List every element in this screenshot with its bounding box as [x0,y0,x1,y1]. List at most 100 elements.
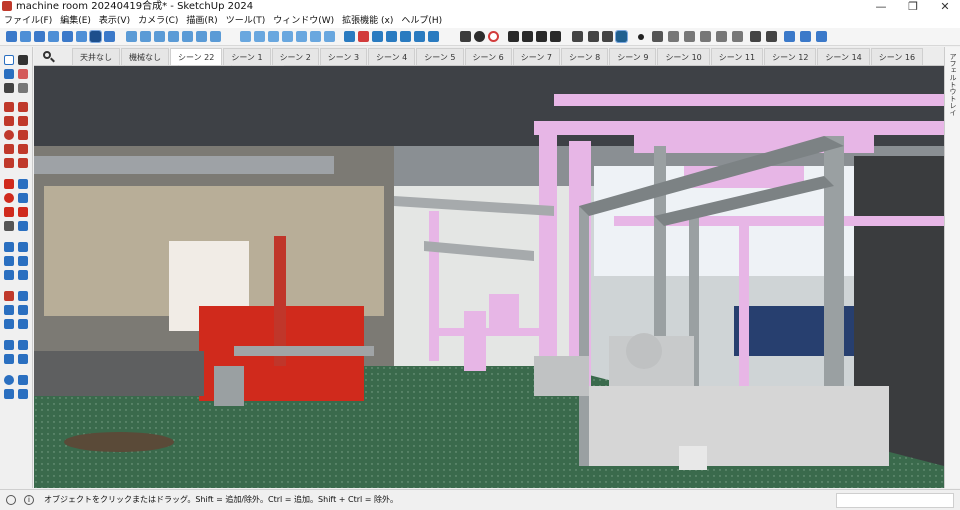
eraser-2-icon[interactable] [18,83,28,93]
scene-tab[interactable]: シーン 10 [657,48,710,65]
add-location-icon[interactable] [18,375,28,385]
layer-icon[interactable] [240,31,251,42]
scene-tab[interactable]: シーン 5 [416,48,464,65]
back-view-icon[interactable] [62,31,73,42]
shaded-textures-icon[interactable] [168,31,179,42]
geo-location-icon[interactable] [6,495,16,505]
orbit-tool-icon[interactable] [4,291,14,301]
dimension-icon[interactable] [18,242,28,252]
pan-tool-icon[interactable] [18,291,28,301]
select-tool-icon[interactable] [4,55,14,65]
scene-tab[interactable]: シーン 9 [609,48,657,65]
scene-tab[interactable]: シーン 8 [560,48,609,65]
top-view-icon[interactable] [20,31,31,42]
info-icon[interactable]: i [24,495,34,505]
solid-union-icon[interactable] [344,31,355,42]
tag-2-icon[interactable] [800,31,811,42]
hex-tool-1-icon[interactable] [668,31,679,42]
menu-help[interactable]: ヘルプ(H) [397,14,446,28]
scene-tab[interactable]: シーン 1 [223,48,271,65]
menu-tools[interactable]: ツール(T) [222,14,270,28]
freehand-tool-icon[interactable] [18,102,28,112]
scene-tab[interactable]: 天井なし [72,48,120,65]
hex-tool-4-icon[interactable] [716,31,727,42]
flip-tool-icon[interactable] [4,221,14,231]
tape-measure-icon[interactable] [4,242,14,252]
erase-icon[interactable] [324,31,335,42]
outliner-icon[interactable] [282,31,293,42]
cloud-icon[interactable] [750,31,761,42]
text-tool-icon[interactable] [18,256,28,266]
menu-view[interactable]: 表示(V) [95,14,134,28]
addlocation-icon[interactable] [615,30,628,43]
scene-tab[interactable]: シーン 7 [512,48,560,65]
previous-view-icon[interactable] [18,319,28,329]
rotated-rect-icon[interactable] [18,116,28,126]
arc-2-tool-icon[interactable] [18,144,28,154]
cloud-upload-icon[interactable] [588,31,599,42]
menu-camera[interactable]: カメラ(C) [134,14,182,28]
minimize-button[interactable]: — [866,0,896,14]
menu-edit[interactable]: 編集(E) [56,14,95,28]
tag-icon[interactable] [784,31,795,42]
default-tray[interactable]: アフェルトウトレイ [944,47,960,488]
move-tool-icon[interactable] [4,179,14,189]
tag-3-icon[interactable] [816,31,827,42]
menu-file[interactable]: ファイル(F) [0,14,56,28]
search-icon[interactable] [42,50,56,64]
rotate-tool-icon[interactable] [4,193,14,203]
share-model-icon[interactable] [536,31,547,42]
hex-tool-5-icon[interactable] [732,31,743,42]
cancel-icon[interactable] [488,31,499,42]
solid-split-icon[interactable] [386,31,397,42]
cloud-download-icon[interactable] [572,31,583,42]
lasso-tool-icon[interactable] [18,55,28,65]
position-camera-icon[interactable] [4,340,14,350]
folder-icon[interactable] [460,31,471,42]
measurements-box[interactable] [836,493,954,508]
scale-tool-icon[interactable] [4,207,14,217]
cloud-sync-icon[interactable] [602,31,613,42]
scene-tab[interactable]: 機械なし [121,48,169,65]
zoom-extents-icon[interactable] [4,319,14,329]
right-view-icon[interactable] [48,31,59,42]
component-icon[interactable] [268,31,279,42]
solid-tools-icon[interactable] [428,31,439,42]
geo-location-icon[interactable] [4,375,14,385]
toggle-terrain-icon[interactable] [18,389,28,399]
solid-intersect-icon[interactable] [400,31,411,42]
left-view-icon[interactable] [76,31,87,42]
look-around-icon[interactable] [4,354,14,364]
shaded-icon[interactable] [154,31,165,42]
gear-icon[interactable] [474,31,485,42]
outer-shell-icon[interactable] [414,31,425,42]
group-icon[interactable] [254,31,265,42]
menu-draw[interactable]: 描画(R) [182,14,221,28]
cloud-upload-2-icon[interactable] [766,31,777,42]
photo-texture-icon[interactable] [4,389,14,399]
push-pull-icon[interactable] [18,179,28,189]
walk-tool-icon[interactable] [18,340,28,350]
pie-tool-icon[interactable] [18,158,28,168]
line-tool-icon[interactable] [4,102,14,112]
menu-window[interactable]: ウィンドウ(W) [269,14,338,28]
section-tool-icon[interactable] [18,354,28,364]
zoom-window-icon[interactable] [18,305,28,315]
dotted-line-icon[interactable] [652,31,663,42]
scene-tab[interactable]: シーン 22 [170,48,223,65]
iso-view-icon[interactable] [6,31,17,42]
scene-tab[interactable]: シーン 3 [319,48,368,65]
extension-warehouse-icon[interactable] [522,31,533,42]
display-sections-icon[interactable] [210,31,221,42]
section-plane-icon[interactable] [196,31,207,42]
trimble-connect-icon[interactable] [550,31,561,42]
scene-tab[interactable]: シーン 2 [271,48,319,65]
menu-extensions[interactable]: 拡張機能 (x) [338,14,397,28]
scene-tab[interactable]: シーン 12 [764,48,817,65]
hidden-line-icon[interactable] [140,31,151,42]
point-icon[interactable] [638,34,644,40]
paint-bucket-icon[interactable] [4,69,14,79]
back-edges-icon[interactable] [104,31,115,42]
rectangle-tool-icon[interactable] [4,116,14,126]
front-view-icon[interactable] [34,31,45,42]
